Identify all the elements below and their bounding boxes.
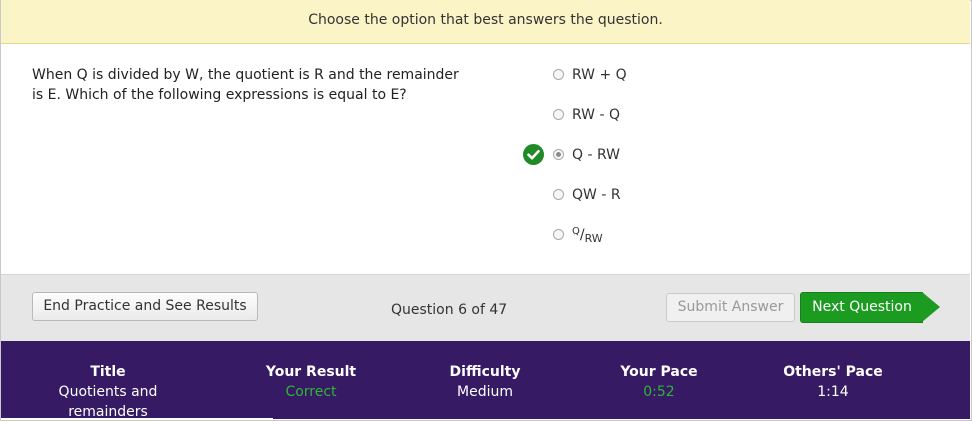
stat-title-heading: Title (90, 364, 126, 380)
fraction-slash: / (579, 227, 585, 243)
instruction-banner: Choose the option that best answers the … (1, 0, 970, 44)
stat-title-value: Quotients and remainders (58, 384, 158, 420)
next-question-button[interactable]: Next Question (800, 292, 923, 323)
submit-answer-button[interactable]: Submit Answer (666, 293, 795, 322)
stat-others-pace: Others' Pace 1:14 (743, 362, 923, 402)
choice-1-radio[interactable] (553, 69, 564, 80)
stat-result-heading: Your Result (265, 364, 357, 380)
choice-5[interactable]: Q/RW (553, 226, 753, 247)
stat-result: Your Result Correct (221, 362, 401, 402)
fraction-numerator: Q (572, 226, 580, 237)
choice-2-radio[interactable] (553, 109, 564, 120)
choice-3-radio[interactable] (553, 149, 564, 160)
choice-3-label: Q - RW (572, 147, 620, 163)
choice-4-label: QW - R (572, 187, 621, 203)
question-progress: Question 6 of 47 (391, 302, 508, 318)
question-toolbar: End Practice and See Results Question 6 … (1, 274, 970, 342)
stat-others-pace-heading: Others' Pace (783, 364, 883, 380)
choice-2-label: RW - Q (572, 107, 620, 123)
stats-bar: Title Quotients and remainders Your Resu… (1, 341, 970, 422)
choice-5-radio[interactable] (553, 229, 564, 240)
stat-difficulty-value: Medium (457, 384, 513, 400)
question-text: When Q is divided by W, the quotient is … (32, 67, 459, 103)
stat-difficulty-heading: Difficulty (449, 364, 521, 380)
fraction-denominator: RW (584, 232, 603, 245)
stat-others-pace-value: 1:14 (817, 384, 849, 400)
choice-2[interactable]: RW - Q (553, 107, 753, 127)
instruction-text: Choose the option that best answers the … (308, 12, 663, 28)
stat-your-pace: Your Pace 0:52 (569, 362, 749, 402)
next-arrow-icon[interactable] (922, 292, 940, 322)
end-practice-button[interactable]: End Practice and See Results (32, 292, 258, 321)
choice-4[interactable]: QW - R (553, 187, 753, 207)
stat-difficulty: Difficulty Medium (395, 362, 575, 402)
choice-1[interactable]: RW + Q (553, 67, 753, 87)
stat-result-value: Correct (285, 384, 337, 400)
choice-4-radio[interactable] (553, 189, 564, 200)
check-circle-icon (523, 144, 544, 165)
active-tab-indicator (1, 418, 273, 420)
choice-1-label: RW + Q (572, 67, 627, 83)
stat-your-pace-value: 0:52 (643, 384, 675, 400)
choice-3[interactable]: Q - RW (553, 147, 753, 167)
stat-your-pace-heading: Your Pace (620, 364, 698, 380)
choice-5-label: Q/RW (572, 226, 603, 245)
stat-title: Title Quotients and remainders (18, 362, 198, 422)
